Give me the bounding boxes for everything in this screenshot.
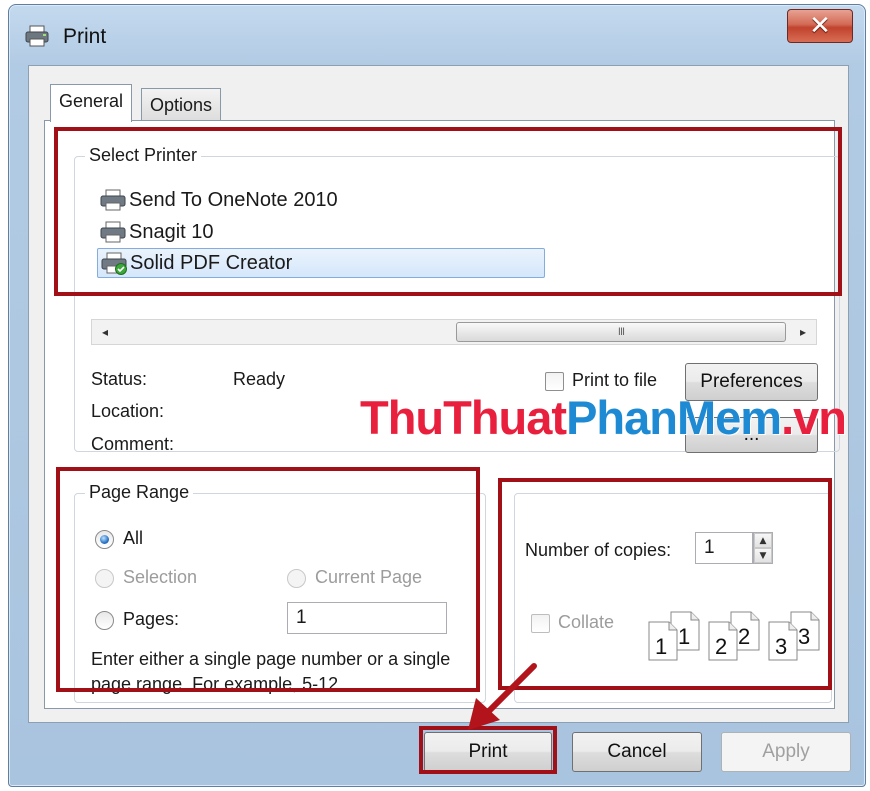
cancel-button[interactable]: Cancel [572,732,702,772]
printer-list-scrollbar[interactable]: ◂ III ▸ [91,319,817,345]
annotation-arrow-icon [468,663,537,730]
watermark: ThuThuatPhanMem.vn [360,390,847,445]
comment-label: Comment: [91,434,175,454]
scroll-right-icon[interactable]: ▸ [790,320,816,344]
apply-button[interactable]: Apply [721,732,851,772]
location-label: Location: [91,401,165,421]
highlight-copies [498,478,832,690]
highlight-page-range [56,467,480,692]
watermark-part2: PhanMem [566,391,782,444]
print-to-file-label: Print to file [572,370,658,390]
highlight-select-printer [54,127,842,296]
status-label: Status: [91,369,148,389]
title-bar: Print ✕ [9,5,865,63]
tab-general[interactable]: General [50,84,133,122]
print-to-file-checkbox[interactable] [545,372,564,391]
status-value: Ready [233,369,286,389]
window-title: Print [63,25,107,48]
watermark-part1: ThuThuat [360,391,567,444]
watermark-part3: .vn [781,391,847,444]
close-button[interactable]: ✕ [787,9,853,43]
close-icon: ✕ [809,11,831,41]
tab-options[interactable]: Options [141,88,222,122]
printer-icon [25,25,49,47]
scroll-thumb[interactable]: III [456,322,786,342]
scroll-left-icon[interactable]: ◂ [92,320,118,344]
